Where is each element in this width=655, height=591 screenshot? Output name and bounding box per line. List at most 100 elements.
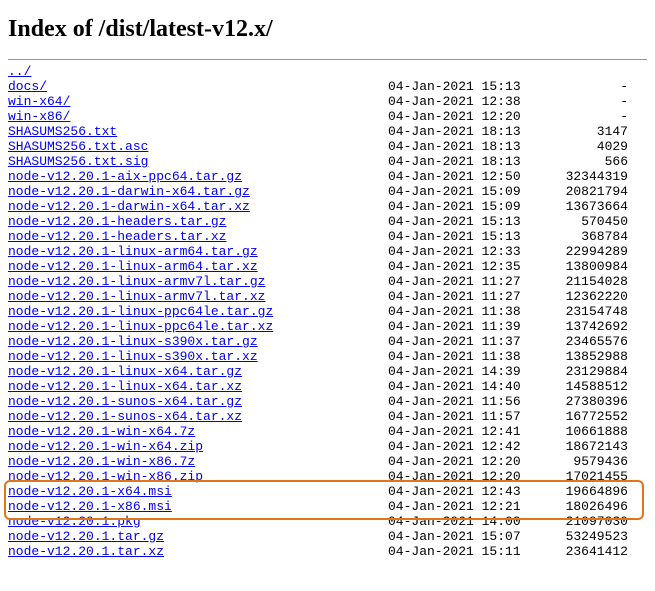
- file-link[interactable]: node-v12.20.1-linux-s390x.tar.xz: [8, 349, 258, 364]
- file-date: 04-Jan-2021 11:37: [388, 334, 528, 349]
- file-link[interactable]: node-v12.20.1-win-x86.7z: [8, 454, 195, 469]
- file-link[interactable]: node-v12.20.1-win-x64.7z: [8, 424, 195, 439]
- file-link[interactable]: node-v12.20.1-aix-ppc64.tar.gz: [8, 169, 242, 184]
- file-size: 16772552: [528, 409, 628, 424]
- file-link[interactable]: win-x86/: [8, 109, 70, 124]
- file-link[interactable]: node-v12.20.1-linux-arm64.tar.gz: [8, 244, 258, 259]
- file-link[interactable]: SHASUMS256.txt.sig: [8, 154, 148, 169]
- listing-row: node-v12.20.1-headers.tar.xz 04-Jan-2021 …: [8, 229, 647, 244]
- file-date: 04-Jan-2021 15:07: [388, 529, 528, 544]
- file-date: 04-Jan-2021 11:27: [388, 274, 528, 289]
- file-size: 3147: [528, 124, 628, 139]
- file-link[interactable]: node-v12.20.1-linux-ppc64le.tar.gz: [8, 304, 273, 319]
- file-link[interactable]: node-v12.20.1.tar.xz: [8, 544, 164, 559]
- file-link[interactable]: node-v12.20.1-win-x86.zip: [8, 469, 203, 484]
- listing-row: node-v12.20.1-x86.msi 04-Jan-2021 12:2118…: [8, 499, 647, 514]
- file-size: 19664896: [528, 484, 628, 499]
- file-size: 10661888: [528, 424, 628, 439]
- listing-row: docs/04-Jan-2021 15:13-: [8, 79, 647, 94]
- file-link[interactable]: node-v12.20.1-linux-x64.tar.gz: [8, 364, 242, 379]
- file-size: -: [528, 94, 628, 109]
- file-date: 04-Jan-2021 11:57: [388, 409, 528, 424]
- file-link[interactable]: node-v12.20.1-linux-arm64.tar.xz: [8, 259, 258, 274]
- file-link[interactable]: node-v12.20.1.tar.gz: [8, 529, 164, 544]
- file-link[interactable]: node-v12.20.1-headers.tar.gz: [8, 214, 226, 229]
- file-size: 17021455: [528, 469, 628, 484]
- file-link[interactable]: node-v12.20.1-linux-s390x.tar.gz: [8, 334, 258, 349]
- file-link[interactable]: node-v12.20.1-darwin-x64.tar.gz: [8, 184, 250, 199]
- file-size: 9579436: [528, 454, 628, 469]
- file-date: 04-Jan-2021 12:50: [388, 169, 528, 184]
- file-size: 13800984: [528, 259, 628, 274]
- file-link[interactable]: node-v12.20.1-x64.msi: [8, 484, 172, 499]
- file-date: 04-Jan-2021 12:20: [388, 454, 528, 469]
- file-size: 368784: [528, 229, 628, 244]
- file-link[interactable]: node-v12.20.1-linux-ppc64le.tar.xz: [8, 319, 273, 334]
- file-date: 04-Jan-2021 12:20: [388, 109, 528, 124]
- directory-listing: ../docs/04-Jan-2021 15:13-win-x64/04-Jan…: [8, 64, 647, 559]
- file-size: 22994289: [528, 244, 628, 259]
- file-link[interactable]: SHASUMS256.txt.asc: [8, 139, 148, 154]
- listing-row: node-v12.20.1-darwin-x64.tar.gz 04-Jan-20…: [8, 184, 647, 199]
- listing-row: node-v12.20.1-linux-x64.tar.gz04-Jan-202…: [8, 364, 647, 379]
- listing-row: node-v12.20.1-win-x64.7z04-Jan-2021 12:4…: [8, 424, 647, 439]
- file-link[interactable]: node-v12.20.1-darwin-x64.tar.xz: [8, 199, 250, 214]
- file-date: 04-Jan-2021 11:39: [388, 319, 528, 334]
- listing-row: node-v12.20.1-linux-x64.tar.xz04-Jan-202…: [8, 379, 647, 394]
- file-date: 04-Jan-2021 15:13: [388, 229, 528, 244]
- listing-row: node-v12.20.1-darwin-x64.tar.xz04-Jan-20…: [8, 199, 647, 214]
- file-date: 04-Jan-2021 15:09: [388, 184, 528, 199]
- file-date: 04-Jan-2021 12:42: [388, 439, 528, 454]
- listing-row: node-v12.20.1-sunos-x64.tar.gz04-Jan-202…: [8, 394, 647, 409]
- file-link[interactable]: node-v12.20.1-headers.tar.xz: [8, 229, 226, 244]
- listing-row: node-v12.20.1.pkg04-Jan-2021 14:00210970…: [8, 514, 647, 529]
- file-link[interactable]: node-v12.20.1-sunos-x64.tar.gz: [8, 394, 242, 409]
- file-date: 04-Jan-2021 12:33: [388, 244, 528, 259]
- file-date: 04-Jan-2021 14:00: [388, 514, 528, 529]
- listing-row: node-v12.20.1-sunos-x64.tar.xz 04-Jan-202…: [8, 409, 647, 424]
- file-size: 566: [528, 154, 628, 169]
- file-link[interactable]: node-v12.20.1-sunos-x64.tar.xz: [8, 409, 242, 424]
- file-size: 13852988: [528, 349, 628, 364]
- file-date: 04-Jan-2021 15:13: [388, 79, 528, 94]
- file-date: 04-Jan-2021 12:21: [388, 499, 528, 514]
- file-date: 04-Jan-2021 11:27: [388, 289, 528, 304]
- listing-row: SHASUMS256.txt04-Jan-2021 18:133147: [8, 124, 647, 139]
- parent-dir-link[interactable]: ../: [8, 64, 31, 79]
- file-link[interactable]: docs/: [8, 79, 47, 94]
- file-size: 570450: [528, 214, 628, 229]
- listing-row: node-v12.20.1-win-x64.zip 04-Jan-2021 12:…: [8, 439, 647, 454]
- divider: [8, 59, 647, 60]
- file-link[interactable]: node-v12.20.1.pkg: [8, 514, 141, 529]
- file-size: 13673664: [528, 199, 628, 214]
- file-link[interactable]: win-x64/: [8, 94, 70, 109]
- file-size: 32344319: [528, 169, 628, 184]
- file-size: 14588512: [528, 379, 628, 394]
- file-link[interactable]: node-v12.20.1-linux-armv7l.tar.xz: [8, 289, 265, 304]
- file-link[interactable]: node-v12.20.1-x86.msi: [8, 499, 172, 514]
- file-size: 13742692: [528, 319, 628, 334]
- file-size: 18026496: [528, 499, 628, 514]
- listing-row: SHASUMS256.txt.sig 04-Jan-2021 18:13566: [8, 154, 647, 169]
- file-date: 04-Jan-2021 12:20: [388, 469, 528, 484]
- listing-row: node-v12.20.1-linux-arm64.tar.gz 04-Jan-2…: [8, 244, 647, 259]
- listing-row: node-v12.20.1.tar.gz04-Jan-2021 15:07532…: [8, 529, 647, 544]
- file-link[interactable]: node-v12.20.1-linux-x64.tar.xz: [8, 379, 242, 394]
- file-date: 04-Jan-2021 18:13: [388, 139, 528, 154]
- page-title: Index of /dist/latest-v12.x/: [8, 16, 647, 43]
- file-size: 23641412: [528, 544, 628, 559]
- file-size: 18672143: [528, 439, 628, 454]
- listing-row: node-v12.20.1-linux-ppc64le.tar.xz 04-Jan…: [8, 319, 647, 334]
- listing-row: win-x64/04-Jan-2021 12:38-: [8, 94, 647, 109]
- listing-row: node-v12.20.1-x64.msi04-Jan-2021 12:4319…: [8, 484, 647, 499]
- listing-row: node-v12.20.1-win-x86.7z 04-Jan-2021 12:2…: [8, 454, 647, 469]
- file-size: 23465576: [528, 334, 628, 349]
- file-date: 04-Jan-2021 18:13: [388, 154, 528, 169]
- file-link[interactable]: node-v12.20.1-linux-armv7l.tar.gz: [8, 274, 265, 289]
- file-size: 20821794: [528, 184, 628, 199]
- listing-row: node-v12.20.1-linux-armv7l.tar.xz 04-Jan-…: [8, 289, 647, 304]
- file-size: 4029: [528, 139, 628, 154]
- file-link[interactable]: SHASUMS256.txt: [8, 124, 117, 139]
- listing-row: node-v12.20.1-win-x86.zip 04-Jan-2021 12:…: [8, 469, 647, 484]
- file-link[interactable]: node-v12.20.1-win-x64.zip: [8, 439, 203, 454]
